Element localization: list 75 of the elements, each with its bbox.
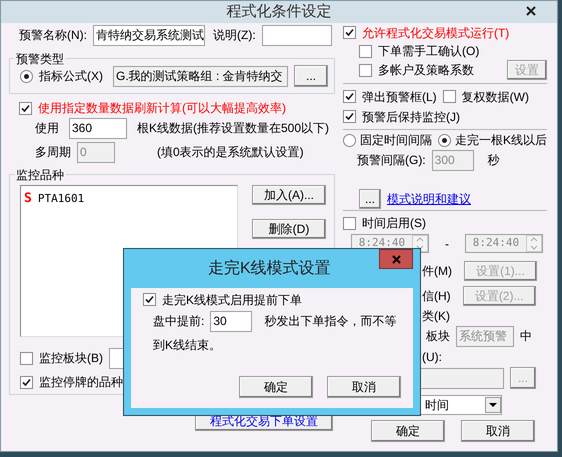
label: 板块	[426, 328, 450, 345]
spin-arrows-icon	[526, 235, 542, 252]
cancel-button[interactable]: 取消	[327, 376, 401, 398]
label: 使用	[35, 120, 59, 137]
label: 固定时间间隔	[360, 132, 432, 149]
label: -	[444, 236, 449, 252]
label: 预警后保持监控(J)	[362, 108, 460, 126]
close-icon	[392, 254, 400, 264]
checkmark-icon	[344, 28, 354, 37]
label: 到K线结束。	[153, 337, 222, 354]
label: 件(M)	[422, 263, 452, 280]
label: 中	[520, 328, 532, 345]
label: 使用指定数量数据刷新计算(可以大幅提高效率)	[38, 100, 286, 117]
label: 信(H)	[422, 288, 451, 305]
checkmark-icon	[344, 92, 354, 101]
label: 秒	[488, 152, 500, 169]
label: 预警间隔(G):	[356, 152, 426, 169]
label: 秒发出下单指令，而不等	[264, 313, 396, 330]
checkmark-icon	[21, 104, 30, 112]
browse-button[interactable]: ...	[294, 65, 328, 87]
label: 允许程式化交易模式运行(T)	[362, 24, 510, 42]
label: 下单需手工确认(O)	[378, 43, 480, 60]
label: 走完K线模式启用提前下单	[162, 292, 302, 308]
checkmark-icon	[22, 378, 31, 386]
cancel-button[interactable]: 取消	[460, 420, 535, 442]
radio-button[interactable]	[438, 134, 451, 146]
label: 预警名称(N):	[19, 27, 87, 44]
group-title: 监控品种	[14, 166, 66, 184]
checkbox[interactable]	[358, 44, 372, 58]
formula-field[interactable]: G.我的测试策略组 : 金肯特纳交	[113, 66, 288, 86]
advance-seconds-field[interactable]: 30	[210, 310, 252, 332]
label: 走完一根K线以后	[454, 132, 547, 149]
window-title: 程式化条件设定	[226, 2, 332, 22]
checkbox[interactable]	[358, 64, 372, 76]
label: 多帐户及策略系数	[378, 62, 474, 79]
label: 根K线数据(推荐设置数量在500以下)	[137, 120, 330, 137]
group-title: 预警类型	[14, 50, 66, 68]
modal-title: 走完K线模式设置	[208, 258, 331, 278]
label: 时间启用(S)	[362, 215, 426, 232]
delete-button[interactable]: 删除(D)	[252, 219, 326, 239]
alert-name-field[interactable]: 肯特纳交易系统测试	[93, 24, 205, 46]
checkbox[interactable]	[342, 216, 356, 230]
label: 监控板块(B)	[39, 350, 103, 367]
checkmark-icon	[145, 295, 154, 304]
label: 弹出预警框(L)	[362, 88, 437, 106]
label: 说明(Z):	[213, 27, 256, 44]
checkmark-icon	[344, 112, 354, 121]
radio-button[interactable]	[342, 134, 356, 146]
label: 多周期	[35, 144, 71, 161]
ok-button[interactable]: 确定	[370, 420, 445, 442]
label: 监控停牌的品种	[39, 374, 123, 391]
browse-button[interactable]: ...	[358, 189, 381, 209]
label: (填0表示的是系统默认设置)	[157, 144, 304, 161]
checkbox[interactable]	[342, 90, 356, 103]
description-field[interactable]	[262, 24, 332, 46]
checkbox[interactable]	[19, 102, 32, 114]
add-button[interactable]: 加入(A)...	[252, 185, 326, 205]
checkbox[interactable]	[442, 90, 456, 103]
label: 指标公式(X)	[39, 68, 103, 85]
label: (U):	[422, 349, 442, 366]
help-link[interactable]: 模式说明和建议	[386, 190, 471, 208]
symbol-list-item[interactable]: S PTA1601	[24, 189, 234, 208]
checkbox[interactable]	[20, 376, 33, 388]
label: 盘中提前:	[153, 313, 204, 330]
bar-count-field[interactable]: 360	[69, 118, 127, 138]
checkbox[interactable]	[143, 293, 156, 306]
checkbox[interactable]	[342, 26, 356, 39]
label: 类(K)	[422, 308, 450, 325]
label: 复权数据(W)	[462, 88, 529, 106]
checkbox[interactable]	[20, 352, 33, 364]
checkbox[interactable]	[342, 110, 356, 123]
ok-button[interactable]: 确定	[239, 376, 313, 398]
radio-button[interactable]	[20, 70, 33, 82]
close-icon	[526, 6, 536, 16]
spin-arrows-icon	[412, 235, 428, 252]
